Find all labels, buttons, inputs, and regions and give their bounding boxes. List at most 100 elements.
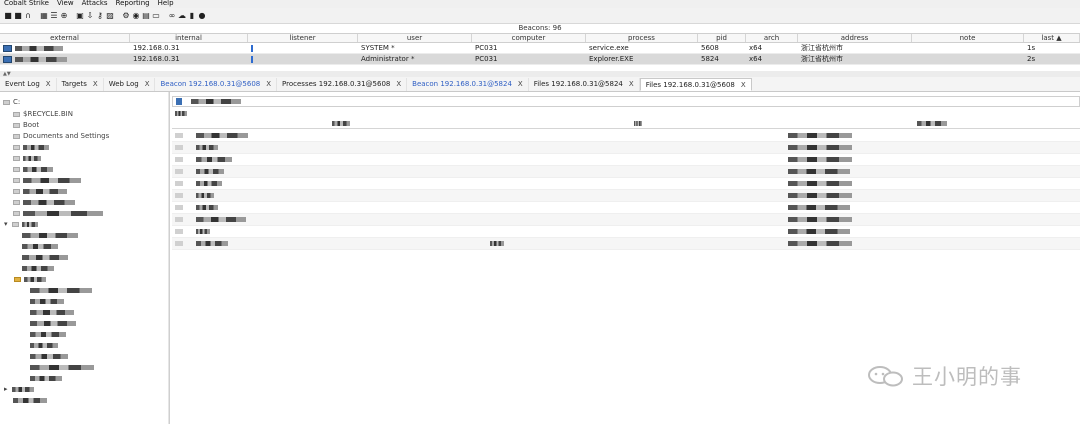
column-process[interactable]: process [586,34,698,42]
tree-subitem-redacted[interactable] [22,230,78,240]
column-external[interactable]: external [0,34,130,42]
column-modified[interactable] [917,121,947,126]
tab-beacon-5824[interactable]: Beacon 192.168.0.31@5824 X [407,78,529,91]
tree-subitem-redacted[interactable] [22,241,58,251]
tab-close-button[interactable]: X [145,80,150,88]
tree-subitem-expanded[interactable] [14,274,46,284]
file-row[interactable] [172,178,1080,190]
image-icon[interactable]: ▨ [106,11,114,20]
column-internal[interactable]: internal [130,34,248,42]
column-listener[interactable]: listener [248,34,358,42]
up-folder-icon[interactable] [176,98,182,105]
tree-leaf-redacted[interactable] [30,373,62,383]
menu-view[interactable]: View [57,0,74,8]
connect-icon[interactable]: ■ [4,11,12,20]
column-name[interactable] [332,121,350,126]
cloud-icon[interactable]: ☁ [178,11,186,20]
tree-leaf-redacted[interactable] [30,285,92,295]
tree-leaf-redacted[interactable] [30,340,58,350]
beacon-row[interactable]: 192.168.0.31 SYSTEM * PC031 service.exe … [0,43,1080,54]
tab-web-log[interactable]: Web Log X [104,78,156,91]
headset-icon[interactable]: ∩ [24,11,32,20]
beacon-row-selected[interactable]: 192.168.0.31 Administrator * PC031 Explo… [0,54,1080,65]
tab-beacon-5608[interactable]: Beacon 192.168.0.31@5608 X [155,78,278,91]
expand-arrow-icon[interactable]: ▸ [4,385,8,393]
file-row[interactable] [172,142,1080,154]
cube-icon[interactable]: ● [198,11,206,20]
sessions-icon[interactable]: ☰ [50,11,58,20]
column-arch[interactable]: arch [746,34,798,42]
tab-close-button[interactable]: X [741,81,746,89]
file-row[interactable] [172,214,1080,226]
tab-targets[interactable]: Targets X [57,78,104,91]
tab-close-button[interactable]: X [629,80,634,88]
file-row[interactable] [172,238,1080,250]
download-icon[interactable]: ⇩ [86,11,94,20]
tree-leaf-redacted[interactable] [30,307,74,317]
column-note[interactable]: note [912,34,1024,42]
tree-item-redacted[interactable] [13,186,67,196]
coffee-icon[interactable]: ◉ [132,11,140,20]
column-last[interactable]: last ▲ [1024,34,1080,42]
tree-item-redacted[interactable] [13,197,75,207]
redacted-date [788,193,852,198]
tree-item-documents-and-settings[interactable]: Documents and Settings [13,131,109,141]
tree-item-boot[interactable]: Boot [13,120,39,130]
tree-item-recycle-bin[interactable]: $RECYCLE.BIN [13,109,73,119]
terminal-icon[interactable]: ▭ [152,11,160,20]
tab-close-button[interactable]: X [266,80,271,88]
credentials-icon[interactable]: ▣ [76,11,84,20]
tree-leaf-redacted[interactable] [30,296,64,306]
path-input[interactable] [172,96,1080,107]
column-computer[interactable]: computer [472,34,586,42]
tab-files-5824[interactable]: Files 192.168.0.31@5824 X [529,78,640,91]
column-user[interactable]: user [358,34,472,42]
tab-processes-5608[interactable]: Processes 192.168.0.31@5608 X [277,78,408,91]
menu-help[interactable]: Help [158,0,174,8]
tab-close-button[interactable]: X [518,80,523,88]
tree-leaf-redacted[interactable] [30,351,68,361]
tree-item-collapsed[interactable]: ▸ [4,384,34,394]
tree-item-redacted[interactable] [13,395,47,405]
expand-arrow-icon[interactable]: ▾ [4,220,8,228]
column-pid[interactable]: pid [698,34,746,42]
file-row[interactable] [172,166,1080,178]
tree-root-drive[interactable]: C: [3,97,20,107]
disconnect-icon[interactable]: ■ [14,11,22,20]
tree-item-redacted[interactable] [13,153,41,163]
listeners-icon[interactable]: ▦ [40,11,48,20]
file-row[interactable] [172,202,1080,214]
key-icon[interactable]: ⚷ [96,11,104,20]
tab-event-log[interactable]: Event Log X [0,78,57,91]
menu-attacks[interactable]: Attacks [82,0,108,8]
tree-leaf-redacted[interactable] [30,318,76,328]
file-row[interactable] [172,190,1080,202]
tab-close-button[interactable]: X [396,80,401,88]
document-icon[interactable]: ▤ [142,11,150,20]
menu-cobalt-strike[interactable]: Cobalt Strike [4,0,49,8]
tree-item-redacted[interactable] [13,175,81,185]
file-row[interactable] [172,154,1080,166]
file-row[interactable] [172,130,1080,142]
column-size[interactable] [634,121,642,126]
link-icon[interactable]: ∞ [168,11,176,20]
tree-item-expanded[interactable]: ▾ [4,219,38,229]
tree-splitter[interactable] [168,92,169,424]
file-row[interactable] [172,226,1080,238]
tree-item-redacted[interactable] [13,208,103,218]
tab-close-button[interactable]: X [46,80,51,88]
menu-reporting[interactable]: Reporting [116,0,150,8]
tree-leaf-redacted[interactable] [30,362,94,372]
tree-leaf-redacted[interactable] [30,329,66,339]
tab-files-5608[interactable]: Files 192.168.0.31@5608 X [639,78,752,91]
tree-item-redacted[interactable] [13,142,49,152]
tree-subitem-redacted[interactable] [22,263,54,273]
gear-icon[interactable]: ⚙ [122,11,130,20]
tab-close-button[interactable]: X [93,80,98,88]
tree-item-redacted[interactable] [13,164,53,174]
tree-subitem-redacted[interactable] [22,252,68,262]
column-address[interactable]: address [798,34,912,42]
target-icon[interactable]: ⊕ [60,11,68,20]
book-icon[interactable]: ▮ [188,11,196,20]
folder-icon [175,169,183,174]
